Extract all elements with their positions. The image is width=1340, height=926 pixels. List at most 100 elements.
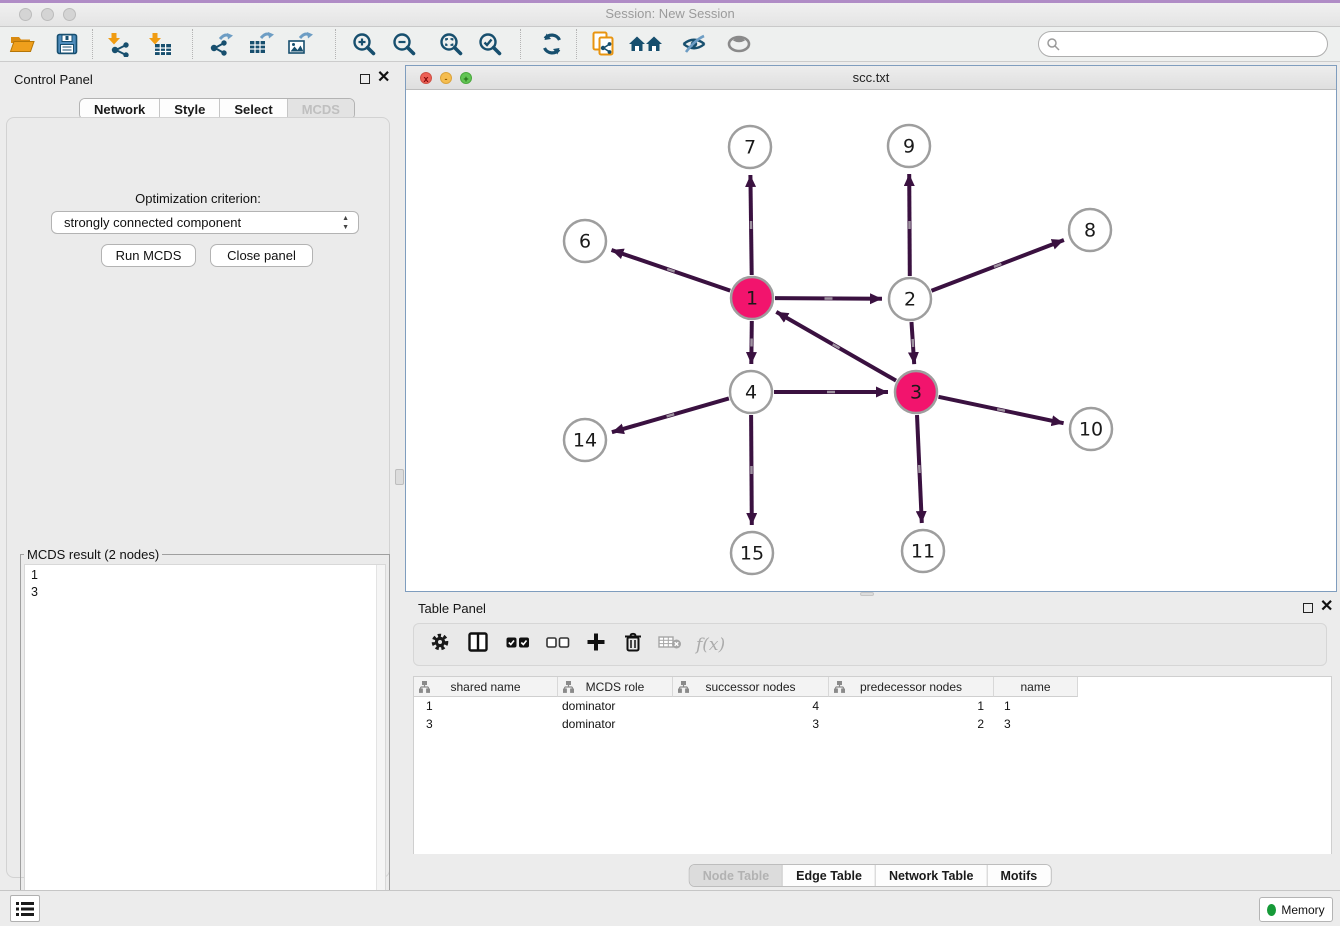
- close-panel-button[interactable]: Close panel: [210, 244, 313, 267]
- tab-network-table[interactable]: Network Table: [876, 865, 988, 886]
- delete-table-icon[interactable]: [658, 633, 682, 656]
- node-11[interactable]: 11: [902, 530, 944, 572]
- delete-column-icon[interactable]: [623, 632, 643, 657]
- column-header-successor-nodes[interactable]: successor nodes: [673, 677, 829, 697]
- function-builder-icon[interactable]: f(x): [696, 635, 725, 655]
- float-panel-icon[interactable]: [360, 74, 370, 84]
- svg-text:2: 2: [904, 289, 916, 311]
- task-history-button[interactable]: [10, 895, 40, 922]
- refresh-view-icon[interactable]: [539, 31, 565, 57]
- node-7[interactable]: 7: [729, 126, 771, 168]
- settings-gear-icon[interactable]: [430, 632, 450, 657]
- cell-successor-nodes[interactable]: 4: [673, 697, 829, 715]
- toolbar-separator: [335, 29, 336, 59]
- column-header-predecessor-nodes[interactable]: predecessor nodes: [829, 677, 994, 697]
- node-3[interactable]: 3: [895, 371, 937, 413]
- node-14[interactable]: 14: [564, 419, 606, 461]
- search-input[interactable]: [1065, 33, 1320, 55]
- node-15[interactable]: 15: [731, 532, 773, 574]
- svg-text:10: 10: [1079, 419, 1103, 441]
- column-layout-icon[interactable]: [468, 632, 488, 657]
- cell-MCDS-role[interactable]: dominator: [558, 697, 673, 715]
- node-table[interactable]: shared name MCDS role successor nodesprede…: [413, 676, 1332, 854]
- svg-text:15: 15: [740, 543, 764, 565]
- control-panel: Control Panel ✕ NetworkStyleSelectMCDS O…: [0, 65, 396, 890]
- svg-text:11: 11: [911, 541, 935, 563]
- column-header-MCDS-role[interactable]: MCDS role: [558, 677, 673, 697]
- cell-predecessor-nodes[interactable]: 1: [829, 697, 994, 715]
- network-canvas[interactable]: 1 2 3 4 6 7 8 9 10 11 14 15: [406, 90, 1336, 591]
- run-mcds-button[interactable]: Run MCDS: [101, 244, 196, 267]
- zoom-selected-icon[interactable]: [477, 31, 503, 57]
- select-all-columns-icon[interactable]: [506, 635, 530, 654]
- cell-shared-name[interactable]: 1: [414, 697, 558, 715]
- node-8[interactable]: 8: [1069, 209, 1111, 251]
- node-9[interactable]: 9: [888, 125, 930, 167]
- open-file-icon[interactable]: [9, 31, 35, 57]
- search-icon: [1047, 38, 1060, 51]
- zoom-out-icon[interactable]: [391, 31, 417, 57]
- tab-select[interactable]: Select: [220, 99, 287, 119]
- column-model-icon: [419, 681, 430, 693]
- mcds-result-line: 3: [31, 584, 385, 601]
- import-table-icon[interactable]: [147, 31, 173, 57]
- column-header-name[interactable]: name: [994, 677, 1078, 697]
- table-row[interactable]: 3dominator323: [414, 715, 1331, 733]
- result-scrollbar[interactable]: [376, 565, 385, 920]
- window-title: Session: New Session: [0, 6, 1340, 21]
- home-apply-layout-icon[interactable]: [628, 31, 664, 57]
- cell-predecessor-nodes[interactable]: 2: [829, 715, 994, 733]
- table-panel: Table Panel ✕ f(x) shared nameMCDS roles…: [405, 597, 1335, 890]
- node-1[interactable]: 1: [731, 277, 773, 319]
- export-image-icon[interactable]: [287, 31, 313, 57]
- tab-edge-table[interactable]: Edge Table: [783, 865, 876, 886]
- close-panel-icon[interactable]: ✕: [377, 71, 390, 85]
- tab-mcds[interactable]: MCDS: [288, 99, 354, 119]
- import-network-icon[interactable]: [106, 31, 132, 57]
- optimization-criterion-label: Optimization criterion:: [7, 191, 389, 206]
- cell-name[interactable]: 3: [994, 715, 1078, 733]
- show-graphics-details-icon[interactable]: [726, 31, 752, 57]
- table-row[interactable]: 1dominator411: [414, 697, 1331, 715]
- search-box: [1038, 31, 1328, 57]
- cell-name[interactable]: 1: [994, 697, 1078, 715]
- tab-node-table[interactable]: Node Table: [690, 865, 783, 886]
- node-table-body: 1dominator4113dominator323: [414, 697, 1331, 733]
- mcds-result-textarea[interactable]: 13: [24, 564, 386, 921]
- tab-motifs[interactable]: Motifs: [987, 865, 1050, 886]
- node-2[interactable]: 2: [889, 278, 931, 320]
- column-header-label: name: [1020, 680, 1050, 694]
- hide-graphics-details-icon[interactable]: [681, 31, 707, 57]
- svg-text:3: 3: [910, 382, 922, 404]
- svg-text:7: 7: [744, 137, 756, 159]
- horizontal-splitter-grip[interactable]: [860, 592, 874, 596]
- table-toolbar: f(x): [413, 623, 1327, 666]
- export-network-icon[interactable]: [208, 31, 234, 57]
- memory-button[interactable]: Memory: [1259, 897, 1333, 922]
- node-10[interactable]: 10: [1070, 408, 1112, 450]
- cell-successor-nodes[interactable]: 3: [673, 715, 829, 733]
- float-table-panel-icon[interactable]: [1303, 603, 1313, 613]
- tab-network[interactable]: Network: [80, 99, 160, 119]
- toolbar-separator: [92, 29, 93, 59]
- cell-shared-name[interactable]: 3: [414, 715, 558, 733]
- cell-MCDS-role[interactable]: dominator: [558, 715, 673, 733]
- export-table-icon[interactable]: [248, 31, 274, 57]
- column-header-shared-name[interactable]: shared name: [414, 677, 558, 697]
- add-column-icon[interactable]: [586, 632, 606, 657]
- vertical-splitter-grip[interactable]: [395, 469, 404, 485]
- deselect-all-columns-icon[interactable]: [546, 635, 570, 654]
- node-4[interactable]: 4: [730, 371, 772, 413]
- tab-style[interactable]: Style: [160, 99, 220, 119]
- close-table-panel-icon[interactable]: ✕: [1320, 600, 1333, 614]
- clone-network-icon[interactable]: [590, 31, 616, 57]
- node-6[interactable]: 6: [564, 220, 606, 262]
- save-session-icon[interactable]: [54, 31, 80, 57]
- zoom-in-icon[interactable]: [351, 31, 377, 57]
- zoom-fit-icon[interactable]: [438, 31, 464, 57]
- mcds-result-title: MCDS result (2 nodes): [24, 547, 162, 562]
- svg-text:6: 6: [579, 231, 591, 253]
- criterion-dropdown[interactable]: strongly connected component ▲▼: [51, 211, 359, 234]
- network-window-title: scc.txt: [406, 70, 1336, 85]
- column-header-label: MCDS role: [586, 680, 645, 694]
